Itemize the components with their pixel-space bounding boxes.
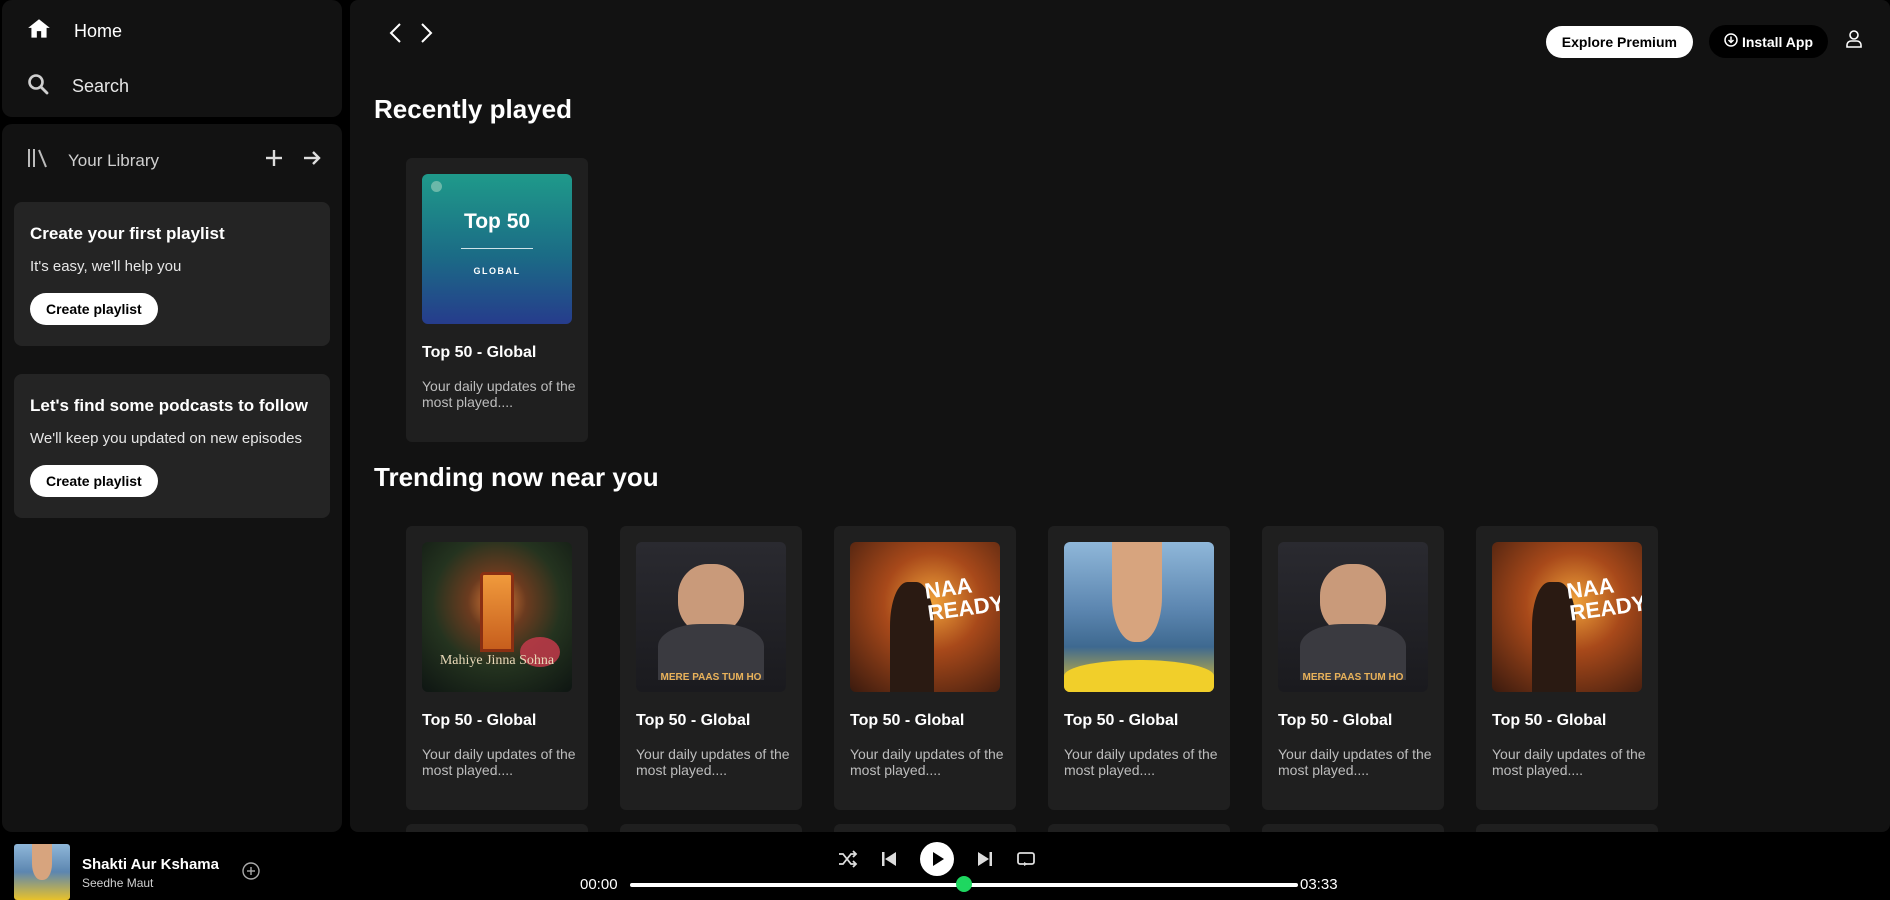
progress-knob[interactable] xyxy=(956,876,972,892)
nav-home-label: Home xyxy=(74,21,123,41)
card-stub xyxy=(1048,824,1230,832)
card-title: Top 50 - Global xyxy=(422,712,537,729)
album-cover: MERE PAAS TUM HO xyxy=(636,542,786,692)
playback-controls xyxy=(838,842,1036,881)
card-title: Top 50 - Global xyxy=(1064,712,1179,729)
album-cover: Mahiye Jinna Sohna xyxy=(422,542,572,692)
now-playing-title[interactable]: Shakti Aur Kshama xyxy=(82,856,219,873)
explore-premium-button[interactable]: Explore Premium xyxy=(1545,25,1693,58)
create-playlist-subtitle: It's easy, we'll help you xyxy=(30,258,182,275)
trending-card[interactable]: MERE PAAS TUM HO Top 50 - Global Your da… xyxy=(1262,526,1444,810)
card-title: Top 50 - Global xyxy=(636,712,751,729)
shuffle-icon[interactable] xyxy=(838,850,858,873)
sidebar: Home Search Your Library Create your fir… xyxy=(0,0,343,832)
cover-divider xyxy=(461,248,533,249)
recently-played-heading: Recently played xyxy=(374,94,572,124)
top50-cover: Top 50 GLOBAL xyxy=(422,174,572,324)
search-icon xyxy=(26,72,50,101)
library-header: Your Library xyxy=(26,146,322,175)
cover-label: NAA READY xyxy=(1565,572,1642,626)
nav-search[interactable]: Search xyxy=(26,72,129,101)
card-stub xyxy=(1262,824,1444,832)
cover-label: MERE PAAS TUM HO xyxy=(660,672,762,683)
create-playlist-card: Create your first playlist It's easy, we… xyxy=(14,202,330,346)
phone-booth-shape xyxy=(480,572,514,652)
cover-label: NAA READY xyxy=(923,572,1000,626)
card-description: Your daily updates of the most played...… xyxy=(1064,746,1218,778)
trending-card[interactable]: MERE PAAS TUM HO Top 50 - Global Your da… xyxy=(620,526,802,810)
create-playlist-button[interactable]: Create playlist xyxy=(30,293,158,325)
card-title: Top 50 - Global xyxy=(850,712,965,729)
plus-icon[interactable] xyxy=(264,148,284,173)
add-to-library-icon[interactable] xyxy=(241,861,261,886)
card-description: Your daily updates of the most played...… xyxy=(1492,746,1646,778)
library-panel: Your Library Create your first playlist … xyxy=(2,124,342,832)
forward-icon[interactable] xyxy=(418,22,434,49)
previous-icon[interactable] xyxy=(880,850,898,873)
player-bar: Shakti Aur Kshama Seedhe Maut 00:00 03:3… xyxy=(0,832,1890,900)
cover-headline: Top 50 xyxy=(463,210,531,233)
card-description: Your daily updates of the most played...… xyxy=(422,378,576,410)
trending-card[interactable]: NAA READY Top 50 - Global Your daily upd… xyxy=(834,526,1016,810)
album-cover: MERE PAAS TUM HO xyxy=(1278,542,1428,692)
now-playing-artist[interactable]: Seedhe Maut xyxy=(82,876,153,890)
trending-card[interactable]: Top 50 - Global Your daily updates of th… xyxy=(1048,526,1230,810)
next-icon[interactable] xyxy=(976,850,994,873)
album-cover: NAA READY xyxy=(1492,542,1642,692)
ground-shape xyxy=(1064,660,1214,692)
library-icon[interactable] xyxy=(26,146,50,175)
card-description: Your daily updates of the most played...… xyxy=(636,746,790,778)
spotify-logo-icon xyxy=(431,181,442,192)
card-title: Top 50 - Global xyxy=(1278,712,1393,729)
play-button[interactable] xyxy=(920,842,954,881)
card-stub xyxy=(406,824,588,832)
elapsed-time: 00:00 xyxy=(580,876,618,893)
install-app-label: Install App xyxy=(1741,33,1813,50)
download-icon xyxy=(1724,33,1738,50)
card-title: Top 50 - Global xyxy=(422,344,537,361)
create-playlist-title: Create your first playlist xyxy=(30,224,225,243)
hand-shape xyxy=(32,844,52,880)
home-icon xyxy=(26,16,52,47)
recent-card[interactable]: Top 50 GLOBAL Top 50 - Global Your daily… xyxy=(406,158,588,442)
back-icon[interactable] xyxy=(388,22,404,49)
user-icon[interactable] xyxy=(1844,29,1864,54)
nav-panel: Home Search xyxy=(2,0,342,117)
trending-card[interactable]: NAA READY Top 50 - Global Your daily upd… xyxy=(1476,526,1658,810)
repeat-icon[interactable] xyxy=(1016,850,1036,873)
duration-time: 03:33 xyxy=(1300,876,1338,893)
card-description: Your daily updates of the most played...… xyxy=(422,746,576,778)
main-content: Explore Premium Install App Recently pla… xyxy=(350,0,1890,832)
card-description: Your daily updates of the most played...… xyxy=(1278,746,1432,778)
cover-label: Mahiye Jinna Sohna xyxy=(439,653,555,668)
arrow-right-icon[interactable] xyxy=(302,148,322,173)
cover-label: MERE PAAS TUM HO xyxy=(1302,672,1404,683)
card-stub xyxy=(620,824,802,832)
podcasts-subtitle: We'll keep you updated on new episodes xyxy=(30,430,302,447)
card-title: Top 50 - Global xyxy=(1492,712,1607,729)
now-playing-cover[interactable] xyxy=(14,844,70,900)
hand-shape xyxy=(1112,542,1162,642)
podcasts-create-playlist-button[interactable]: Create playlist xyxy=(30,465,158,497)
album-cover xyxy=(1064,542,1214,692)
nav-search-label: Search xyxy=(72,76,130,96)
album-cover: NAA READY xyxy=(850,542,1000,692)
card-stub xyxy=(1476,824,1658,832)
library-title[interactable]: Your Library xyxy=(68,151,264,171)
podcasts-title: Let's find some podcasts to follow xyxy=(30,396,308,415)
cover-subtitle: GLOBAL xyxy=(473,266,521,276)
top-bar: Explore Premium Install App xyxy=(350,0,1890,70)
trending-card[interactable]: Mahiye Jinna Sohna Top 50 - Global Your … xyxy=(406,526,588,810)
install-app-button[interactable]: Install App xyxy=(1708,25,1828,58)
trending-heading: Trending now near you xyxy=(374,462,659,492)
nav-home[interactable]: Home xyxy=(26,16,122,47)
card-description: Your daily updates of the most played...… xyxy=(850,746,1004,778)
podcasts-card: Let's find some podcasts to follow We'll… xyxy=(14,374,330,518)
card-stub xyxy=(834,824,1016,832)
